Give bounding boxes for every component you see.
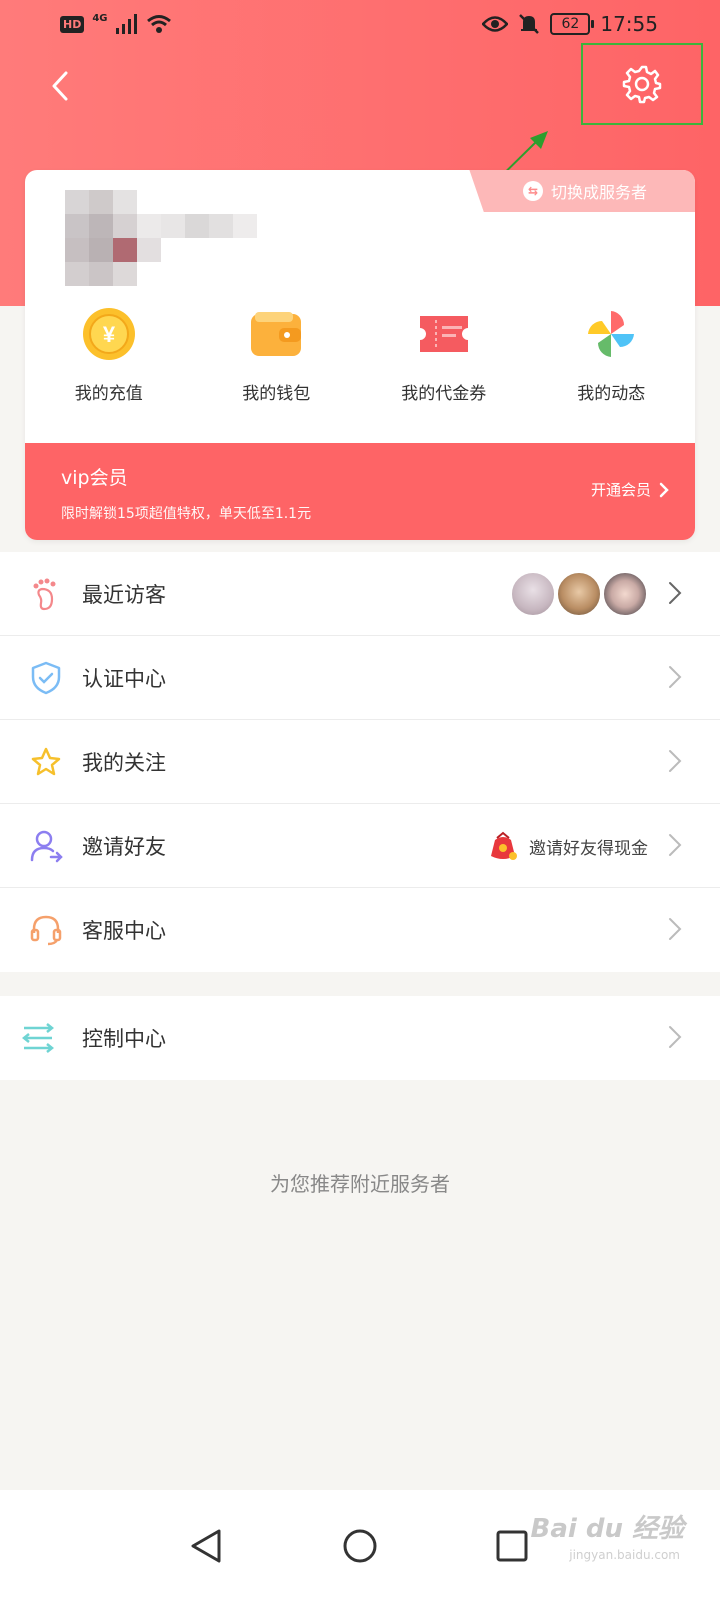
status-time: 17:55 xyxy=(600,12,658,36)
vip-banner[interactable]: vip会员 限时解锁15项超值特权，单天低至1.1元 开通会员 xyxy=(25,443,695,540)
chevron-right-icon xyxy=(669,834,682,856)
quick-action-label: 我的钱包 xyxy=(242,384,311,404)
bell-muted-icon xyxy=(519,14,540,34)
switch-role-label: 切换成服务者 xyxy=(550,183,647,202)
avatar xyxy=(602,571,648,617)
star-icon xyxy=(28,744,64,780)
quick-action-moments[interactable]: 我的动态 xyxy=(528,305,696,415)
avatar xyxy=(510,571,556,617)
nav-back-button[interactable] xyxy=(176,1516,236,1576)
quick-action-label: 我的代金券 xyxy=(401,384,487,404)
signal-icon xyxy=(115,14,137,34)
chevron-right-icon xyxy=(669,666,682,688)
back-button[interactable] xyxy=(40,66,80,106)
quick-action-voucher[interactable]: 我的代金券 xyxy=(360,305,528,415)
vip-description: 限时解锁15项超值特权，单天低至1.1元 xyxy=(61,506,312,522)
menu-item-label: 我的关注 xyxy=(82,751,166,775)
menu-item-label: 最近访客 xyxy=(82,583,166,607)
recommend-heading: 为您推荐附近服务者 xyxy=(270,1172,450,1196)
menu-list-control: 控制中心 xyxy=(0,996,720,1080)
sliders-icon xyxy=(20,1020,56,1056)
battery-indicator: 62 xyxy=(550,13,595,35)
avatar xyxy=(556,571,602,617)
switch-icon: ⇆ xyxy=(522,181,543,201)
menu-item-label: 客服中心 xyxy=(82,919,166,943)
wallet-icon xyxy=(247,305,305,363)
circle-home-icon xyxy=(343,1529,377,1563)
menu-item-label: 控制中心 xyxy=(82,1027,166,1051)
shield-check-icon xyxy=(28,660,64,696)
quick-action-label: 我的动态 xyxy=(577,384,646,404)
menu-item-control-center[interactable]: 控制中心 xyxy=(0,996,720,1080)
hd-badge: HD xyxy=(60,15,85,33)
profile-card: ⇆ 切换成服务者 ¥ 我的充值 我的钱包 我的代金券 我的动态 vip会员 限时… xyxy=(25,170,695,540)
triangle-back-icon xyxy=(191,1529,221,1563)
watermark-logo: Bai du 经验 xyxy=(530,1514,685,1544)
user-add-icon xyxy=(28,828,64,864)
system-nav-bar: Bai du 经验 jingyan.baidu.com xyxy=(0,1490,720,1600)
svg-text:¥: ¥ xyxy=(103,322,116,347)
nav-home-button[interactable] xyxy=(330,1516,390,1576)
chevron-left-icon xyxy=(52,71,68,101)
chevron-right-icon xyxy=(669,750,682,772)
pinwheel-icon xyxy=(582,305,640,363)
avatar[interactable] xyxy=(45,180,275,286)
square-recents-icon xyxy=(496,1530,528,1562)
chevron-right-icon xyxy=(669,918,682,940)
voucher-icon xyxy=(415,305,473,363)
headset-icon xyxy=(28,912,64,948)
chevron-right-icon xyxy=(669,582,682,604)
quick-action-label: 我的充值 xyxy=(74,384,143,404)
quick-action-wallet[interactable]: 我的钱包 xyxy=(193,305,361,415)
menu-item-my-follows[interactable]: 我的关注 xyxy=(0,720,720,804)
chevron-right-icon xyxy=(659,482,669,497)
wifi-icon xyxy=(146,15,171,33)
menu-item-customer-service[interactable]: 客服中心 xyxy=(0,888,720,972)
gear-icon xyxy=(622,65,662,104)
watermark-url: jingyan.baidu.com xyxy=(569,1548,680,1562)
settings-button[interactable] xyxy=(581,43,703,125)
menu-item-label: 邀请好友 xyxy=(82,835,166,859)
eye-icon xyxy=(482,16,509,32)
vip-title: vip会员 xyxy=(61,467,128,489)
quick-actions: ¥ 我的充值 我的钱包 我的代金券 我的动态 xyxy=(25,305,695,415)
visitor-avatars xyxy=(510,571,648,617)
menu-list: 最近访客 认证中心 我的关注 邀请好友 邀请好友得现金 客服中心 xyxy=(0,552,720,972)
red-envelope-icon xyxy=(491,831,517,860)
vip-open-label: 开通会员 xyxy=(590,481,651,499)
footprint-icon xyxy=(28,576,64,612)
menu-item-invite-friends[interactable]: 邀请好友 邀请好友得现金 xyxy=(0,804,720,888)
invite-reward: 邀请好友得现金 xyxy=(487,826,648,866)
invite-reward-text: 邀请好友得现金 xyxy=(529,838,648,859)
vip-open-button[interactable]: 开通会员 xyxy=(591,479,669,500)
yuan-coin-icon: ¥ xyxy=(80,305,138,363)
menu-item-recent-visitors[interactable]: 最近访客 xyxy=(0,552,720,636)
network-type: 4G xyxy=(92,12,108,24)
chevron-right-icon xyxy=(669,1026,682,1048)
menu-item-label: 认证中心 xyxy=(82,667,166,691)
switch-role-button[interactable]: ⇆ 切换成服务者 xyxy=(469,170,695,212)
quick-action-recharge[interactable]: ¥ 我的充值 xyxy=(25,305,193,415)
menu-item-verification-center[interactable]: 认证中心 xyxy=(0,636,720,720)
